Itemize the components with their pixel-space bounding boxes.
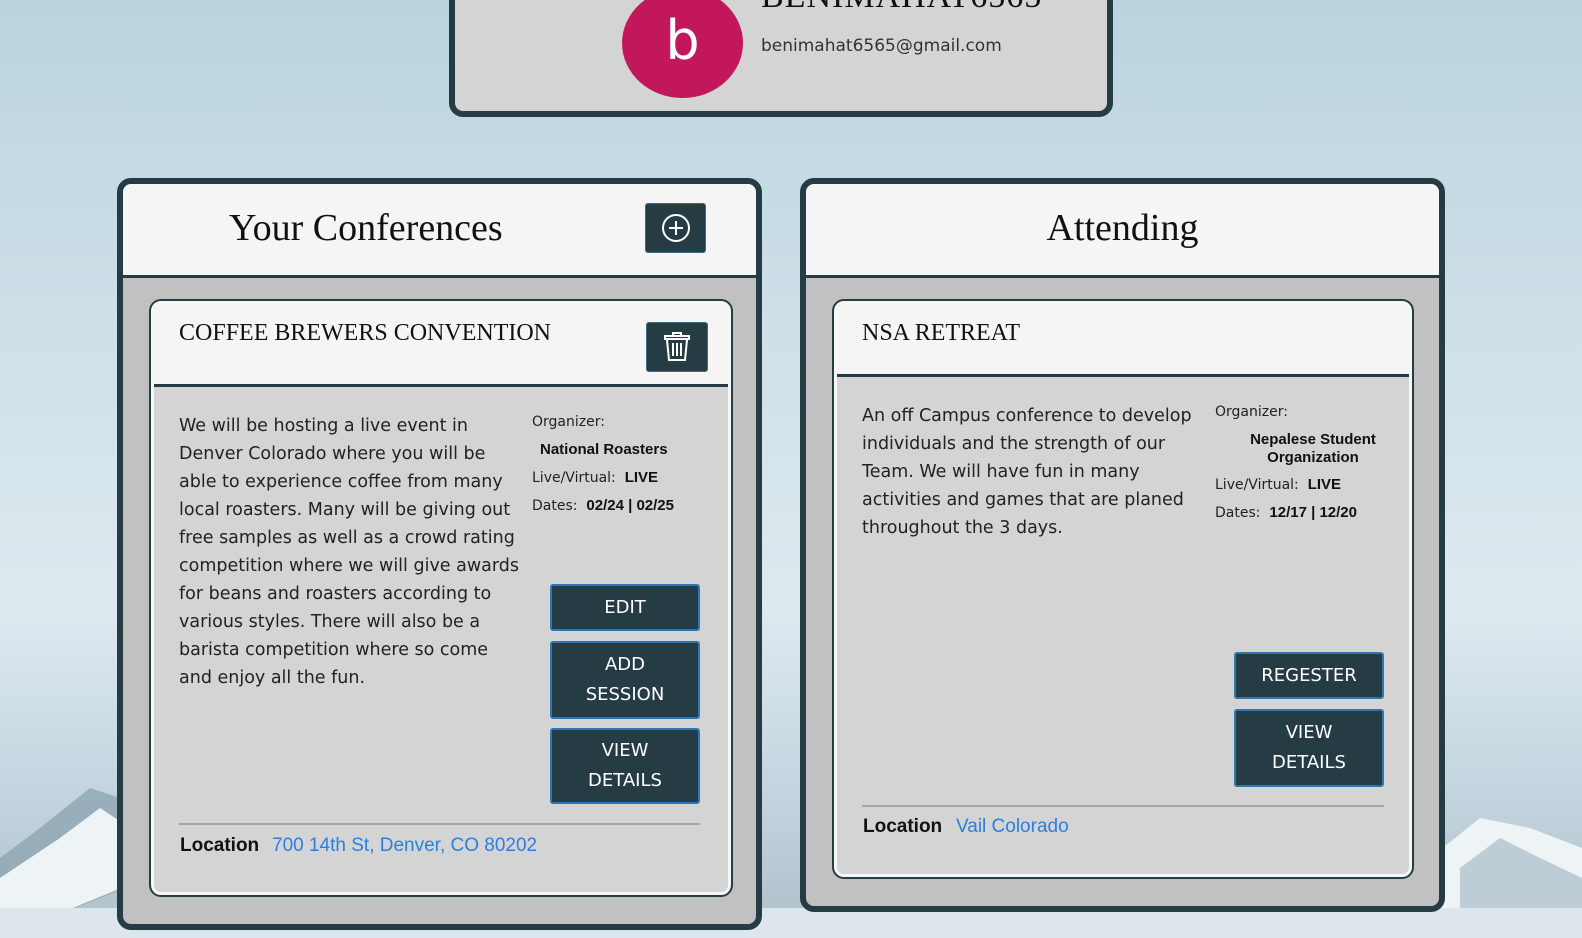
profile-email: benimahat6565@gmail.com xyxy=(761,36,1002,56)
conference-card-header: COFFEE BREWERS CONVENTION xyxy=(154,304,728,387)
attending-card-header: NSA RETREAT xyxy=(837,304,1409,377)
attending-view-details-button[interactable]: VIEW DETAILS xyxy=(1234,709,1384,787)
attending-dates-row: Dates: 12/17 | 12/20 xyxy=(1215,504,1357,521)
organizer-name: National Roasters xyxy=(540,441,668,458)
location-divider xyxy=(179,823,700,825)
attending-live-virtual-row: Live/Virtual: LIVE xyxy=(1215,476,1342,493)
attending-organizer-name: Nepalese Student Organization xyxy=(1250,431,1376,466)
delete-conference-button[interactable] xyxy=(646,322,708,372)
organizer-label: Organizer: xyxy=(532,414,605,430)
conference-card: COFFEE BREWERS CONVENTION We will be hos… xyxy=(151,301,731,895)
dates-value: 02/24 | 02/25 xyxy=(586,497,674,514)
attending-location-link[interactable]: Vail Colorado xyxy=(956,816,1069,838)
attending-live-virtual-value: LIVE xyxy=(1307,476,1342,493)
conference-title: COFFEE BREWERS CONVENTION xyxy=(179,320,552,346)
attending-panel: Attending NSA RETREAT An off Campus conf… xyxy=(800,178,1445,912)
attending-header: Attending xyxy=(806,184,1439,278)
attending-description: An off Campus conference to develop indi… xyxy=(862,406,1192,538)
your-conferences-title: Your Conferences xyxy=(229,207,503,249)
avatar[interactable]: b xyxy=(622,0,743,98)
register-button[interactable]: REGESTER xyxy=(1234,652,1384,699)
attending-location-divider xyxy=(862,805,1384,807)
add-conference-button[interactable] xyxy=(645,203,706,253)
profile-card: b BENIMAHAT6565 benimahat6565@gmail.com xyxy=(449,0,1113,117)
live-virtual-value: LIVE xyxy=(624,469,659,486)
location-label: Location xyxy=(180,835,260,856)
location-link[interactable]: 700 14th St, Denver, CO 80202 xyxy=(272,835,537,857)
live-virtual-row: Live/Virtual: LIVE xyxy=(532,469,659,486)
attending-organizer-label: Organizer: xyxy=(1215,404,1288,420)
attending-card: NSA RETREAT An off Campus conference to … xyxy=(834,301,1412,877)
dates-row: Dates: 02/24 | 02/25 xyxy=(532,497,674,514)
your-conferences-panel: Your Conferences COFFEE BREWERS CONVENTI… xyxy=(117,178,762,930)
edit-button[interactable]: EDIT xyxy=(550,584,700,631)
conference-description: We will be hosting a live event in Denve… xyxy=(179,416,520,688)
view-details-button[interactable]: VIEW DETAILS xyxy=(550,728,700,804)
plus-circle-icon xyxy=(661,214,690,242)
your-conferences-header: Your Conferences xyxy=(123,184,756,278)
attending-location-label: Location xyxy=(863,816,943,837)
trash-icon xyxy=(664,332,690,361)
attending-dates-value: 12/17 | 12/20 xyxy=(1269,504,1357,521)
profile-username: BENIMAHAT6565 xyxy=(761,0,1042,14)
attending-title: Attending xyxy=(1046,207,1199,249)
attending-conference-title: NSA RETREAT xyxy=(862,320,1021,346)
add-session-button[interactable]: ADD SESSION xyxy=(550,641,700,719)
